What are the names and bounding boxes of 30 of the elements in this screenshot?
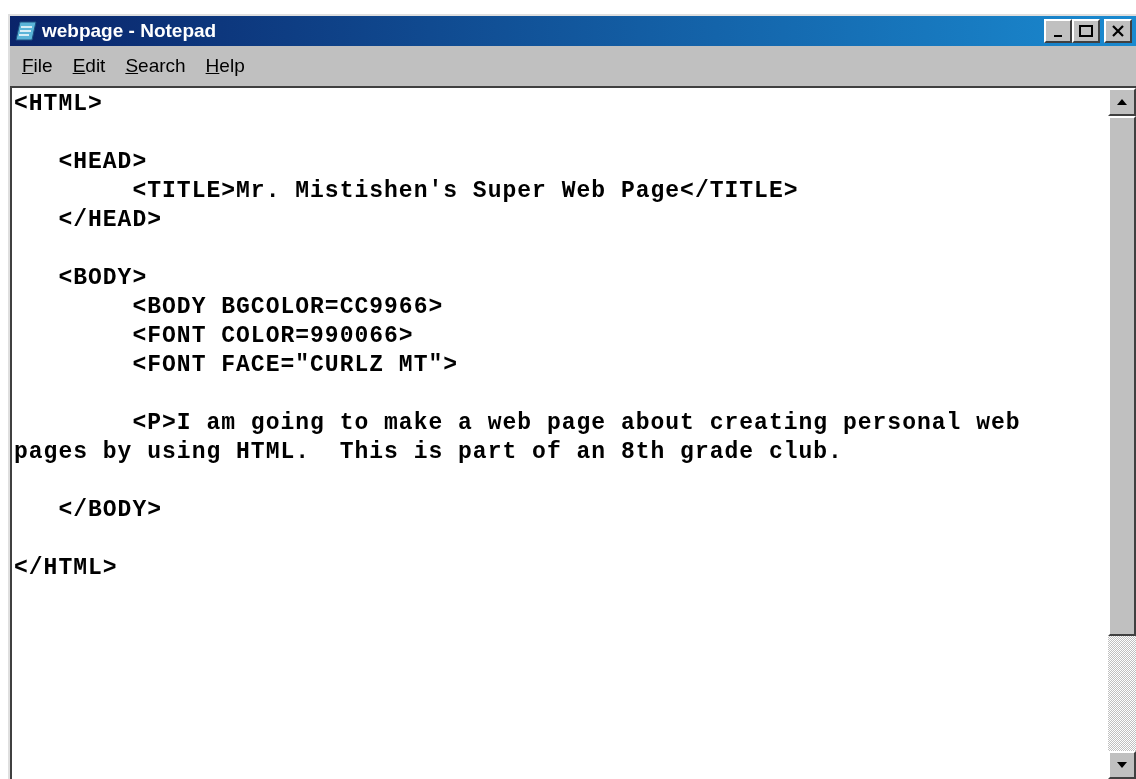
code-line: </BODY> bbox=[57, 496, 163, 525]
menu-item[interactable]: Help bbox=[197, 53, 253, 79]
code-line: <TITLE>Mr. Mistishen's Super Web Page</TITLE> bbox=[131, 177, 799, 206]
code-line: <FONT FACE="CURLZ MT"> bbox=[131, 351, 459, 380]
menu-item[interactable]: File bbox=[14, 53, 61, 79]
code-line: </HTML> bbox=[14, 554, 118, 583]
scroll-down-button[interactable] bbox=[1108, 751, 1136, 779]
menu-item[interactable]: Search bbox=[117, 53, 194, 79]
code-line: <FONT COLOR=990066> bbox=[131, 322, 414, 351]
down-arrow-icon bbox=[1116, 761, 1128, 769]
code-line: <P>I am going to make a web page about creating personal web bbox=[131, 409, 1021, 438]
vertical-scrollbar[interactable] bbox=[1108, 88, 1136, 779]
window-title: webpage - Notepad bbox=[42, 20, 218, 42]
code-line: <BODY> bbox=[57, 264, 148, 293]
up-arrow-icon bbox=[1116, 98, 1128, 106]
code-line: <HTML> bbox=[14, 90, 103, 119]
code-line: pages by using HTML. This is part of an 8th grade club. bbox=[14, 438, 843, 467]
notepad-icon bbox=[14, 20, 38, 42]
close-button[interactable] bbox=[1104, 19, 1132, 43]
minimize-button[interactable] bbox=[1044, 19, 1072, 43]
close-icon bbox=[1111, 25, 1125, 37]
code-line: </HEAD> bbox=[57, 206, 163, 235]
menu-item[interactable]: Edit bbox=[64, 53, 114, 79]
maximize-button[interactable] bbox=[1072, 19, 1100, 43]
minimize-icon bbox=[1054, 34, 1062, 37]
code-line: <BODY BGCOLOR=CC9966> bbox=[131, 293, 444, 322]
scroll-thumb[interactable] bbox=[1108, 116, 1136, 636]
maximize-icon bbox=[1079, 25, 1093, 37]
code-line: <HEAD> bbox=[57, 148, 148, 177]
scroll-up-button[interactable] bbox=[1108, 88, 1136, 116]
